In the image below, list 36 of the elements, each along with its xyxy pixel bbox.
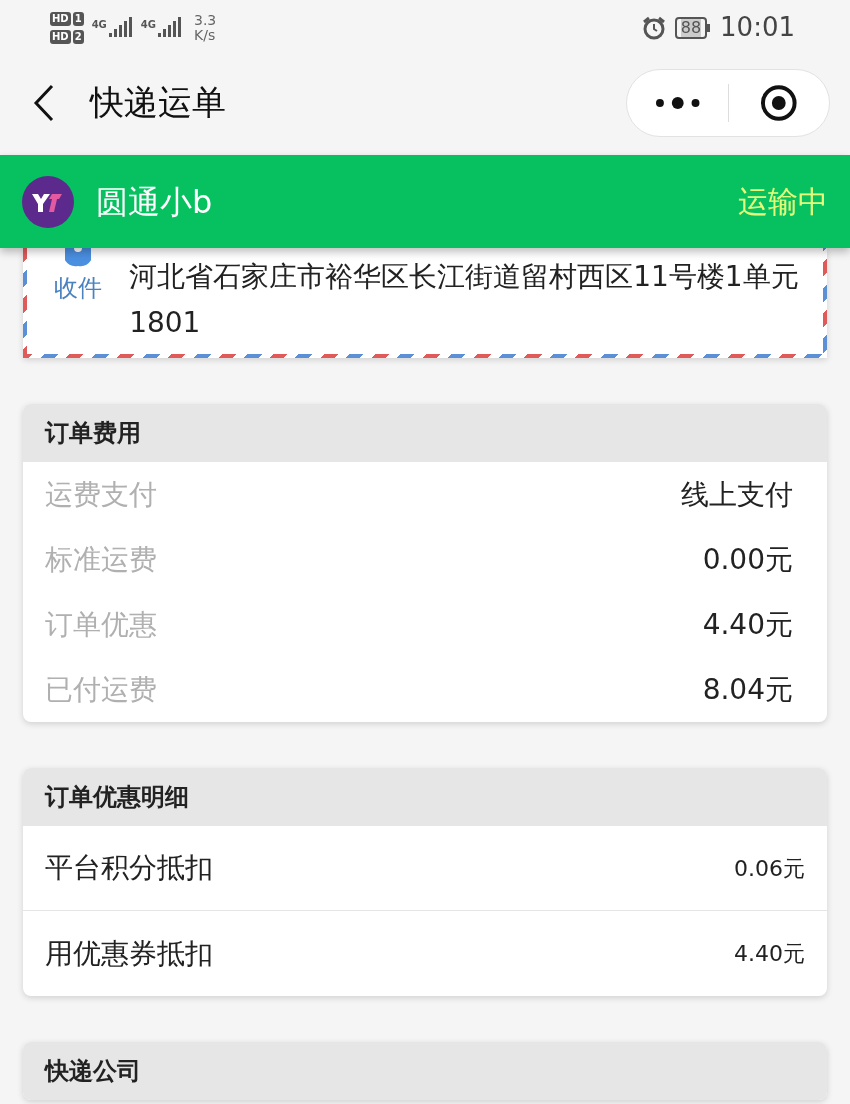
address-tag: 收件 — [54, 270, 103, 306]
network-type: 4G — [140, 17, 156, 32]
page-title: 快递运单 — [90, 81, 226, 124]
sim-badge: HD — [50, 29, 71, 44]
signal-icon — [156, 16, 182, 39]
sim-slot: 1 — [72, 11, 84, 26]
row-label: 已付运费 — [45, 671, 157, 708]
more-icon[interactable] — [655, 95, 701, 110]
net-speed-unit: K/s — [194, 27, 217, 43]
network-type: 4G — [91, 17, 107, 32]
row-label: 订单优惠 — [45, 606, 157, 643]
logo-icon — [22, 175, 74, 228]
row-label: 标准运费 — [45, 541, 157, 578]
sim-slot: 2 — [72, 29, 84, 44]
row-value: 8.04元 — [702, 671, 793, 708]
clock: 10:01 — [720, 11, 795, 44]
row-value: 线上支付 — [681, 476, 793, 513]
row-value: 0.00元 — [702, 541, 793, 578]
carrier-name: 圆通小b — [96, 181, 213, 223]
section-title: 订单费用 — [45, 418, 141, 449]
row-value: 0.06元 — [734, 854, 805, 883]
row-label: 运费支付 — [45, 476, 157, 513]
address-text: 河北省石家庄市裕华区长江街道留村西区11号楼1单元1801 — [129, 259, 800, 341]
row-label: 平台积分抵扣 — [45, 850, 213, 886]
row-value: 4.40元 — [734, 940, 805, 968]
net-speed: 3.3 — [194, 12, 217, 28]
alarm-icon — [640, 14, 667, 41]
sim-badge: HD — [50, 11, 71, 26]
battery-indicator: 88 — [674, 16, 708, 39]
shipment-status: 运输中 — [738, 183, 828, 221]
section-title: 订单优惠明细 — [45, 782, 189, 813]
signal-icon — [106, 16, 133, 39]
row-value: 4.40元 — [702, 606, 793, 643]
back-icon[interactable] — [32, 83, 56, 122]
row-label: 用优惠券抵扣 — [45, 935, 213, 972]
section-title: 快递公司 — [45, 1056, 141, 1087]
